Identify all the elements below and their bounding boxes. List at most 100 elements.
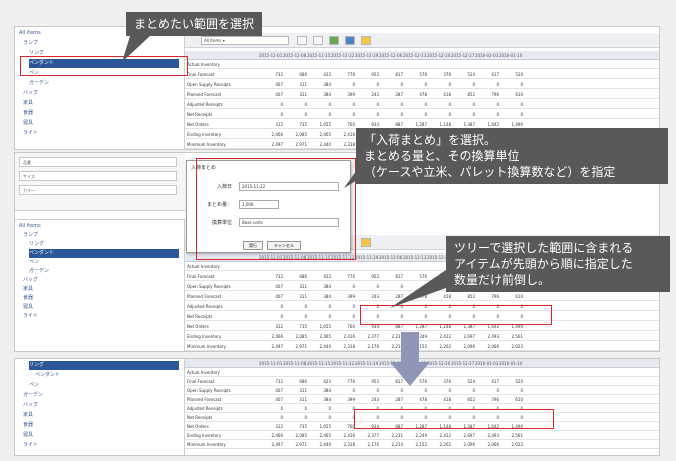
tree-node[interactable]: リング — [29, 240, 44, 249]
grid-cell[interactable]: 2,085 — [283, 131, 307, 139]
grid-cell[interactable]: 2,202 — [427, 343, 451, 351]
tree-node[interactable]: ランプ — [23, 231, 38, 240]
grid-cell[interactable]: 418 — [427, 396, 451, 404]
grid-cell[interactable]: 0 — [403, 111, 427, 119]
grid-cell[interactable]: 0 — [331, 414, 355, 422]
grid-cell[interactable]: 0 — [427, 81, 451, 89]
grid-cell[interactable]: 384 — [307, 293, 331, 301]
tree-node[interactable]: ガーデン — [23, 391, 43, 400]
grid-cell[interactable]: 760 — [331, 323, 355, 331]
tree-node[interactable]: ペン — [29, 381, 39, 390]
grid-cell[interactable]: 0 — [331, 387, 355, 395]
grid-cell[interactable]: 2,377 — [355, 333, 379, 341]
tree-node[interactable]: 寝具 — [23, 431, 33, 440]
grid-cell[interactable]: 0 — [475, 101, 499, 109]
grid-cell[interactable]: 610 — [499, 293, 523, 301]
grid-cell[interactable]: 0 — [427, 101, 451, 109]
grid-cell[interactable]: 0 — [403, 81, 427, 89]
grid-cell[interactable]: 796 — [475, 396, 499, 404]
grid-cell[interactable]: 423 — [307, 273, 331, 281]
grid-cell[interactable]: 0 — [379, 81, 403, 89]
grid-cell[interactable]: 0 — [475, 81, 499, 89]
grid-cell[interactable]: 2,416 — [331, 432, 355, 440]
grid-cell[interactable]: 0 — [475, 111, 499, 119]
grid-cell[interactable]: 2,971 — [283, 441, 307, 449]
grid-cell[interactable]: 520 — [499, 71, 523, 79]
grid-cell[interactable]: 953 — [355, 378, 379, 386]
edit-icon[interactable] — [361, 36, 371, 45]
grid-cell[interactable]: 0 — [259, 313, 283, 321]
grid-cell[interactable]: 0 — [355, 283, 379, 291]
item-selector[interactable]: All Items ▾ — [201, 36, 289, 45]
grid-cell[interactable]: 0 — [283, 414, 307, 422]
grid-cell[interactable]: 478 — [403, 396, 427, 404]
grid-cell[interactable]: 520 — [499, 378, 523, 386]
grid-cell[interactable]: 2,440 — [307, 441, 331, 449]
grid-cell[interactable]: 384 — [307, 91, 331, 99]
tree-node[interactable]: 寝具 — [23, 119, 33, 128]
grid-cell[interactable]: 2,493 — [475, 333, 499, 341]
grid-cell[interactable]: 2,440 — [307, 343, 331, 351]
grid-cell[interactable]: 2,971 — [283, 343, 307, 351]
grid-cell[interactable]: 384 — [307, 387, 331, 395]
grid-icon[interactable] — [313, 36, 323, 45]
grid-cell[interactable]: 311 — [283, 81, 307, 89]
grid-cell[interactable]: 407 — [259, 283, 283, 291]
grid-cell[interactable]: 0 — [331, 283, 355, 291]
grid-cell[interactable]: 776 — [331, 71, 355, 79]
tree-node[interactable]: 食器 — [23, 294, 33, 303]
grid-cell[interactable]: 735 — [283, 423, 307, 431]
grid-cell[interactable]: 2,412 — [427, 432, 451, 440]
grid-cell[interactable]: 953 — [355, 71, 379, 79]
grid-cell[interactable]: 312 — [259, 121, 283, 129]
grid-cell[interactable]: 0 — [379, 101, 403, 109]
excel-icon[interactable] — [329, 36, 339, 45]
edit-icon[interactable] — [361, 238, 371, 247]
grid-cell[interactable]: 407 — [259, 396, 283, 404]
grid-cell[interactable]: 399 — [331, 293, 355, 301]
grid-cell[interactable]: 287 — [379, 91, 403, 99]
grid-cell[interactable]: 576 — [403, 71, 427, 79]
grid-cell[interactable]: 2,697 — [451, 432, 475, 440]
grid-cell[interactable]: 0 — [427, 111, 451, 119]
grid-cell[interactable]: 0 — [451, 101, 475, 109]
grid-cell[interactable]: 2,416 — [331, 131, 355, 139]
tree-node[interactable]: ペン — [29, 258, 39, 267]
grid-cell[interactable]: 407 — [259, 81, 283, 89]
grid-cell[interactable]: 796 — [475, 91, 499, 99]
grid-cell[interactable]: 0 — [283, 111, 307, 119]
grid-cell[interactable]: 2,497 — [259, 441, 283, 449]
grid-cell[interactable]: 0 — [331, 111, 355, 119]
tree-node[interactable]: ガーデン — [29, 79, 49, 88]
grid-cell[interactable]: 0 — [283, 303, 307, 311]
grid-cell[interactable]: 2,231 — [379, 432, 403, 440]
grid-cell[interactable]: 2,066 — [475, 441, 499, 449]
grid-cell[interactable]: 953 — [355, 273, 379, 281]
grid-cell[interactable]: 2,440 — [307, 141, 331, 149]
grid-cell[interactable]: 407 — [259, 387, 283, 395]
grid-cell[interactable]: 0 — [331, 313, 355, 321]
grid-cell[interactable]: 0 — [283, 405, 307, 413]
grid-cell[interactable]: 0 — [355, 101, 379, 109]
grid-cell[interactable]: 2,096 — [451, 441, 475, 449]
grid-cell[interactable]: 478 — [403, 91, 427, 99]
grid-cell[interactable]: 524 — [451, 378, 475, 386]
grid-cell[interactable]: 524 — [451, 71, 475, 79]
grid-cell[interactable]: 399 — [331, 91, 355, 99]
tree-node[interactable]: ライト — [23, 441, 38, 450]
grid-cell[interactable]: 2,318 — [331, 343, 355, 351]
grid-cell[interactable]: 2,023 — [499, 343, 523, 351]
grid-cell[interactable]: 243 — [355, 91, 379, 99]
filter-field[interactable]: カラー — [19, 185, 177, 195]
grid-cell[interactable]: 0 — [355, 111, 379, 119]
grid-cell[interactable]: 2,214 — [379, 441, 403, 449]
grid-cell[interactable]: 817 — [379, 71, 403, 79]
grid-cell[interactable]: 2,176 — [355, 441, 379, 449]
tree-node[interactable]: All Items — [19, 222, 41, 231]
grid-cell[interactable]: 0 — [499, 81, 523, 89]
tree-node[interactable]: バッグ — [23, 401, 38, 410]
grid-cell[interactable]: 2,466 — [259, 432, 283, 440]
grid-cell[interactable]: 0 — [355, 387, 379, 395]
grid-cell[interactable]: 0 — [451, 111, 475, 119]
grid-cell[interactable]: 287 — [379, 396, 403, 404]
